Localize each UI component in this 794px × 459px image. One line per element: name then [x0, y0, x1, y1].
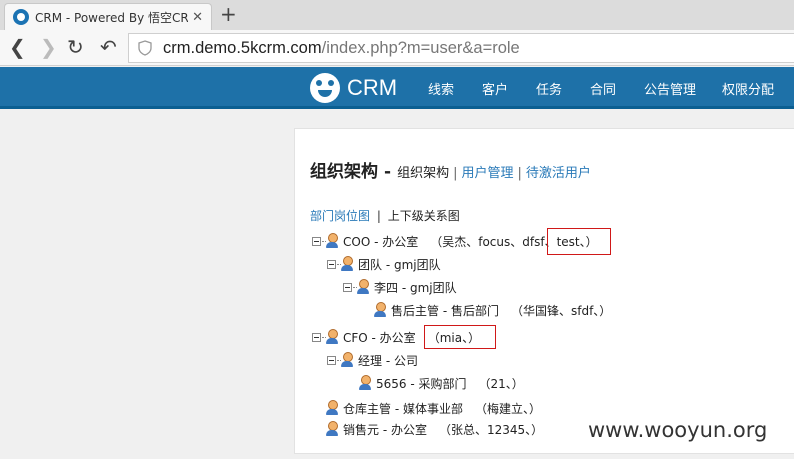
nav-item-leads[interactable]: 线索	[428, 79, 454, 98]
node-label[interactable]: 5656 - 采购部门	[376, 375, 467, 392]
user-icon	[340, 352, 354, 368]
nav-item-contracts[interactable]: 合同	[590, 79, 616, 98]
user-icon	[325, 421, 339, 437]
node-label[interactable]: 售后主管 - 售后部门	[391, 302, 499, 319]
node-label[interactable]: COO - 办公室	[343, 233, 418, 250]
node-members: （梅建立、）	[474, 401, 541, 416]
user-icon	[340, 256, 354, 272]
title-separator: -	[384, 162, 392, 182]
tree-node[interactable]: 经理 - 公司	[327, 351, 418, 369]
browser-tab[interactable]: CRM - Powered By 悟空CRM ✕	[4, 3, 212, 30]
page-title: 组织架构	[310, 162, 378, 182]
home-icon[interactable]: ↶	[100, 37, 117, 57]
dept-position-chart-link[interactable]: 部门岗位图	[310, 209, 370, 223]
hierarchy-chart-current: 上下级关系图	[387, 209, 460, 223]
node-label[interactable]: 李四 - gmj团队	[374, 279, 457, 296]
nav-item-announcements[interactable]: 公告管理	[644, 79, 696, 98]
node-members: （华国锋、sfdf、）	[510, 303, 612, 318]
watermark: www.wooyun.org	[588, 418, 768, 442]
highlight-box	[547, 228, 611, 255]
subtab-sep: |	[376, 209, 381, 223]
forward-arrow-icon[interactable]: ❯	[40, 37, 57, 57]
collapse-icon[interactable]	[312, 236, 326, 246]
address-toolbar: ❮ ❯ ↻ ↶ crm.demo.5kcrm.com/index.php?m=u…	[0, 30, 794, 66]
user-icon	[356, 279, 370, 295]
app-brand[interactable]: CRM	[347, 75, 397, 101]
user-icon	[358, 375, 372, 391]
node-label[interactable]: 团队 - gmj团队	[358, 256, 441, 273]
browser-tab-bar: CRM - Powered By 悟空CRM ✕ +	[0, 0, 794, 30]
tree-node[interactable]: 仓库主管 - 媒体事业部 （梅建立、）	[323, 399, 541, 417]
collapse-icon[interactable]	[312, 332, 326, 342]
app-header: CRM 线索 客户 任务 合同 公告管理 权限分配	[0, 67, 794, 109]
highlight-box	[424, 325, 496, 349]
tree-node[interactable]: 售后主管 - 售后部门 （华国锋、sfdf、）	[371, 301, 611, 319]
tree-node[interactable]: 团队 - gmj团队	[327, 255, 441, 273]
heading-sep: |	[453, 166, 458, 181]
node-members: （张总、12345、）	[438, 422, 544, 437]
heading-current: 组织架构	[397, 166, 450, 181]
monkey-logo-icon	[310, 73, 340, 103]
collapse-icon[interactable]	[343, 282, 357, 292]
collapse-icon[interactable]	[327, 355, 341, 365]
nav-item-customers[interactable]: 客户	[482, 79, 508, 98]
node-label[interactable]: 仓库主管 - 媒体事业部	[343, 400, 463, 417]
view-switch: 部门岗位图 | 上下级关系图	[310, 207, 460, 224]
user-icon	[373, 302, 387, 318]
node-label[interactable]: 经理 - 公司	[358, 352, 418, 369]
back-arrow-icon[interactable]: ❮	[9, 37, 26, 57]
page-heading: 组织架构 - 组织架构 | 用户管理 | 待激活用户	[310, 157, 591, 182]
url-field[interactable]: crm.demo.5kcrm.com/index.php?m=user&a=ro…	[128, 33, 794, 63]
user-icon	[325, 329, 339, 345]
tree-node[interactable]: 销售元 - 办公室 （张总、12345、）	[323, 420, 543, 438]
new-tab-button[interactable]: +	[220, 4, 237, 24]
node-members: （21、）	[478, 376, 524, 391]
pending-users-link[interactable]: 待激活用户	[526, 162, 591, 181]
nav-item-permissions[interactable]: 权限分配	[722, 79, 774, 98]
heading-sep: |	[517, 166, 522, 181]
user-management-link[interactable]: 用户管理	[461, 162, 513, 181]
tab-close-icon[interactable]: ✕	[192, 10, 203, 25]
nav-item-tasks[interactable]: 任务	[536, 79, 562, 98]
reload-icon[interactable]: ↻	[67, 37, 84, 57]
site-favicon-icon	[13, 9, 29, 25]
user-icon	[325, 400, 339, 416]
url-text: crm.demo.5kcrm.com/index.php?m=user&a=ro…	[163, 38, 520, 57]
user-icon	[325, 233, 339, 249]
tab-title: CRM - Powered By 悟空CRM	[35, 10, 189, 25]
collapse-icon[interactable]	[327, 259, 341, 269]
node-label[interactable]: 销售元 - 办公室	[343, 421, 427, 438]
node-label[interactable]: CFO - 办公室	[343, 329, 416, 346]
security-shield-icon	[138, 40, 152, 56]
tree-node[interactable]: 李四 - gmj团队	[343, 278, 457, 296]
tree-node[interactable]: 5656 - 采购部门 （21、）	[356, 374, 524, 392]
